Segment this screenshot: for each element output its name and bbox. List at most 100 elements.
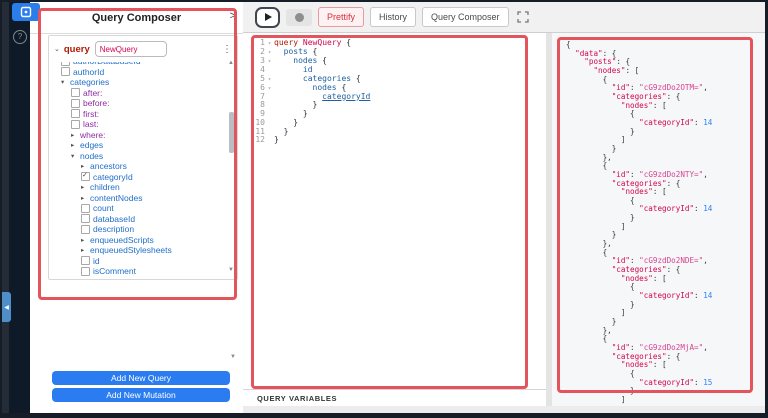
fold-icon[interactable]: ▾ <box>265 39 274 48</box>
result-token <box>566 179 612 188</box>
explorer-row[interactable]: ▸children <box>49 182 227 193</box>
prettify-button[interactable]: Prettify <box>318 7 364 27</box>
expand-closed-icon[interactable]: ▸ <box>81 162 87 170</box>
explorer-row[interactable]: ▸enqueuedScripts <box>49 235 227 246</box>
help-icon[interactable]: ? <box>13 30 27 44</box>
checkbox-icon[interactable] <box>61 67 70 76</box>
collapse-panel-handle[interactable]: ◀ <box>2 292 11 322</box>
checkbox-icon[interactable] <box>81 204 90 213</box>
result-token: : [ <box>653 101 667 110</box>
field-label[interactable]: ancestors <box>90 161 127 171</box>
query-composer-button[interactable]: Query Composer <box>422 7 509 27</box>
explorer-row[interactable]: authorId <box>49 67 227 78</box>
field-label[interactable]: last: <box>83 119 99 129</box>
expand-open-icon[interactable]: ▾ <box>61 78 67 86</box>
checkbox-icon[interactable] <box>81 256 90 265</box>
graphiql-ide-button[interactable] <box>12 3 40 21</box>
explorer-row[interactable]: ▾categories <box>49 77 227 88</box>
result-token: 14 <box>703 118 712 127</box>
result-token: ] <box>566 308 625 317</box>
explorer-row[interactable]: ▸where: <box>49 130 227 141</box>
fold-icon[interactable]: ▾ <box>265 84 274 93</box>
explorer-row[interactable]: ▸contentNodes <box>49 193 227 204</box>
fold-icon[interactable]: ▾ <box>265 57 274 66</box>
result-token: , <box>703 83 708 92</box>
checkbox-icon[interactable] <box>71 88 80 97</box>
explorer-row[interactable]: before: <box>49 98 227 109</box>
result-token <box>566 57 584 66</box>
checkbox-icon[interactable] <box>71 99 80 108</box>
explorer-tree: authorDatabaseIdauthorId▾categoriesafter… <box>49 62 227 277</box>
chevron-down-icon[interactable]: ⌄ <box>54 45 60 53</box>
merge-toggle-button[interactable] <box>286 9 312 26</box>
field-label[interactable]: contentNodes <box>90 193 142 203</box>
field-label[interactable]: after: <box>83 88 102 98</box>
result-token: "cG9zdDo2MjA=" <box>639 343 703 352</box>
explorer-row[interactable]: ▸enqueuedStylesheets <box>49 245 227 256</box>
expand-closed-icon[interactable]: ▸ <box>81 194 87 202</box>
scrollbar-thumb[interactable] <box>229 112 234 153</box>
result-token: "nodes" <box>621 101 653 110</box>
explorer-row[interactable]: first: <box>49 109 227 120</box>
explorer-row[interactable]: after: <box>49 88 227 99</box>
field-label[interactable]: id <box>93 256 100 266</box>
expand-closed-icon[interactable]: ▸ <box>71 141 77 149</box>
panel-scroll-down-icon[interactable]: ▼ <box>230 354 236 360</box>
field-label[interactable]: enqueuedScripts <box>90 235 154 245</box>
operation-name-input[interactable] <box>95 41 167 57</box>
explorer-row[interactable]: count <box>49 203 227 214</box>
result-token: { <box>566 334 607 343</box>
fullscreen-button[interactable] <box>517 11 529 23</box>
field-label[interactable]: authorId <box>73 67 104 77</box>
explorer-row[interactable]: isComment <box>49 266 227 277</box>
field-label[interactable]: description <box>93 224 134 234</box>
field-label[interactable]: first: <box>83 109 99 119</box>
field-label[interactable]: categoryId <box>93 172 133 182</box>
explorer-row[interactable]: ▾nodes <box>49 151 227 162</box>
checkbox-icon[interactable] <box>71 109 80 118</box>
add-new-query-button[interactable]: Add New Query <box>52 371 230 385</box>
scroll-up-icon[interactable]: ▲ <box>228 60 234 66</box>
query-variables-bar[interactable]: QUERY VARIABLES <box>243 389 546 406</box>
expand-closed-icon[interactable]: ▸ <box>81 183 87 191</box>
explorer-row[interactable]: categoryId <box>49 172 227 183</box>
expand-closed-icon[interactable]: ▸ <box>71 131 77 139</box>
field-label[interactable]: where: <box>80 130 106 140</box>
field-label[interactable]: categories <box>70 77 109 87</box>
field-label[interactable]: isComment <box>93 266 136 276</box>
kebab-menu-icon[interactable]: ⋮ <box>222 44 232 55</box>
field-label[interactable]: before: <box>83 98 109 108</box>
execute-query-button[interactable] <box>255 7 280 28</box>
query-editor[interactable]: 1▾query NewQuery {2▾ posts {3▾ nodes {4 … <box>243 33 546 389</box>
result-token: } <box>566 213 635 222</box>
close-panel-icon[interactable]: > <box>230 10 236 22</box>
expand-open-icon[interactable]: ▾ <box>71 152 77 160</box>
field-label[interactable]: databaseId <box>93 214 135 224</box>
field-label[interactable]: nodes <box>80 151 103 161</box>
checkbox-checked-icon[interactable] <box>81 172 90 181</box>
explorer-row[interactable]: description <box>49 224 227 235</box>
explorer-row[interactable]: id <box>49 256 227 267</box>
explorer-row[interactable]: last: <box>49 119 227 130</box>
explorer-row[interactable]: ▸edges <box>49 140 227 151</box>
field-label[interactable]: authorDatabaseId <box>73 62 141 66</box>
expand-closed-icon[interactable]: ▸ <box>81 236 87 244</box>
explorer-row[interactable]: databaseId <box>49 214 227 225</box>
field-label[interactable]: enqueuedStylesheets <box>90 245 172 255</box>
field-label[interactable]: edges <box>80 140 103 150</box>
explorer-row[interactable]: ▸ancestors <box>49 161 227 172</box>
add-new-mutation-button[interactable]: Add New Mutation <box>52 388 230 402</box>
checkbox-icon[interactable] <box>61 62 70 66</box>
result-token <box>566 360 621 369</box>
field-label[interactable]: count <box>93 203 114 213</box>
expand-closed-icon[interactable]: ▸ <box>81 246 87 254</box>
fold-icon[interactable]: ▾ <box>265 75 274 84</box>
scroll-down-icon[interactable]: ▼ <box>228 267 234 273</box>
field-label[interactable]: children <box>90 182 120 192</box>
checkbox-icon[interactable] <box>81 214 90 223</box>
checkbox-icon[interactable] <box>71 120 80 129</box>
fold-icon[interactable]: ▾ <box>265 48 274 57</box>
checkbox-icon[interactable] <box>81 225 90 234</box>
checkbox-icon[interactable] <box>81 267 90 276</box>
history-button[interactable]: History <box>370 7 416 27</box>
